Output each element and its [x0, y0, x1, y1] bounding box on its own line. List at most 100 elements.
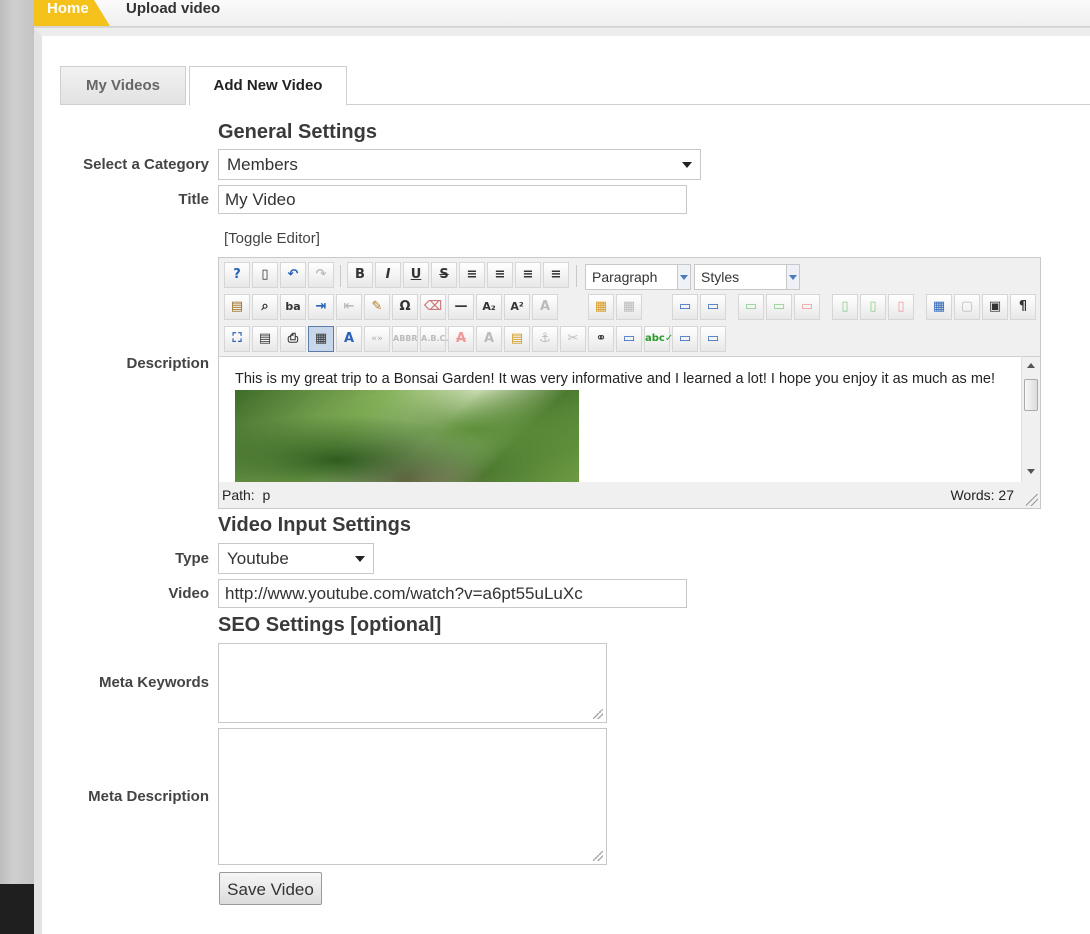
insert-row-after-icon[interactable]: ▭	[766, 294, 792, 320]
type-select-value: Youtube	[227, 549, 289, 568]
meta-keywords-textarea[interactable]	[218, 643, 607, 723]
breadcrumb: Home Upload video	[34, 0, 1090, 27]
bold-icon[interactable]: B	[347, 262, 373, 288]
fullscreen-icon[interactable]: ⛶	[224, 326, 250, 352]
link-icon[interactable]: ⚭	[588, 326, 614, 352]
breadcrumb-home[interactable]: Home	[34, 0, 110, 26]
insertion-icon[interactable]: A	[476, 326, 502, 352]
help-icon[interactable]: ?	[224, 262, 250, 288]
clean-format-icon[interactable]: ✎	[364, 294, 390, 320]
underline-icon[interactable]: U	[403, 262, 429, 288]
category-select[interactable]: Members	[218, 149, 701, 180]
meta-description-textarea[interactable]	[218, 728, 607, 865]
replace-icon[interactable]: ba	[280, 294, 306, 320]
layer-icon[interactable]: ▭	[672, 326, 698, 352]
seo-settings-heading: SEO Settings [optional]	[218, 614, 442, 636]
print-icon[interactable]: ⎙	[280, 326, 306, 352]
chevron-down-icon	[786, 265, 799, 289]
align-right-icon[interactable]: ≡	[543, 262, 569, 288]
toolbar-separator	[340, 265, 341, 287]
citation-icon[interactable]: «»	[364, 326, 390, 352]
meta-keywords-label: Meta Keywords	[98, 674, 209, 691]
subscript-icon[interactable]: A₂	[476, 294, 502, 320]
delete-table-icon[interactable]: ▦	[616, 294, 642, 320]
format-dropdown[interactable]: Paragraph	[585, 264, 691, 290]
italic-icon[interactable]: I	[375, 262, 401, 288]
bg-color-icon[interactable]: ▦	[588, 294, 614, 320]
editor-statusbar: Path: p Words: 27	[219, 483, 1040, 508]
resize-grip-icon[interactable]	[1026, 494, 1038, 506]
special-char-icon[interactable]: Ω	[392, 294, 418, 320]
scroll-down-icon[interactable]	[1027, 469, 1035, 474]
styles-dropdown[interactable]: Styles	[694, 264, 800, 290]
table-icon[interactable]: ▦	[926, 294, 952, 320]
eraser-icon[interactable]: ⌫	[420, 294, 446, 320]
row-before-icon[interactable]: ▭	[672, 294, 698, 320]
media-icon[interactable]: ▭	[700, 326, 726, 352]
video-input-heading: Video Input Settings	[218, 514, 411, 536]
resize-grip-icon[interactable]	[593, 709, 603, 719]
video-label: Video	[168, 585, 209, 602]
type-select[interactable]: Youtube	[218, 543, 374, 574]
acronym-icon[interactable]: A.B.C.	[420, 326, 448, 352]
video-url-input[interactable]: http://www.youtube.com/watch?v=a6pt55uLu…	[218, 579, 687, 608]
col-before-icon[interactable]: ▯	[832, 294, 858, 320]
meta-description-label: Meta Description	[88, 788, 209, 805]
paste-icon[interactable]: ▤	[224, 294, 250, 320]
merge-cells-icon[interactable]: ▢	[954, 294, 980, 320]
tab-my-videos[interactable]: My Videos	[60, 66, 186, 105]
unlink-icon[interactable]: ✂	[560, 326, 586, 352]
image-icon[interactable]: ▭	[616, 326, 642, 352]
word-count: Words: 27	[950, 487, 1014, 503]
save-video-button[interactable]: Save Video	[219, 872, 322, 905]
text-color-icon[interactable]: A	[532, 294, 558, 320]
insert-row-icon[interactable]: ▭	[738, 294, 764, 320]
editor-scrollbar[interactable]	[1021, 356, 1040, 482]
path-label: Path:	[222, 487, 255, 503]
outdent-icon[interactable]: ⇤	[336, 294, 362, 320]
chevron-down-icon	[677, 265, 690, 289]
align-full-icon[interactable]: ≡	[459, 262, 485, 288]
font-icon[interactable]: A	[336, 326, 362, 352]
deletion-icon[interactable]: A	[448, 326, 474, 352]
col-after-icon[interactable]: ▯	[860, 294, 886, 320]
visual-aid-icon[interactable]: ▦	[308, 326, 334, 352]
category-label: Select a Category	[83, 156, 209, 173]
paragraph-icon[interactable]: ¶	[1010, 294, 1036, 320]
superscript-icon[interactable]: A²	[504, 294, 530, 320]
indent-icon[interactable]: ⇥	[308, 294, 334, 320]
scroll-up-icon[interactable]	[1027, 363, 1035, 368]
breadcrumb-current: Upload video	[126, 0, 221, 17]
row-after-icon[interactable]: ▭	[700, 294, 726, 320]
abbreviation-icon[interactable]: ABBR	[392, 326, 418, 352]
delete-col-icon[interactable]: ▯	[888, 294, 914, 320]
toolbar-row-2: ▤ ⌕ ba ⇥ ⇤ ✎ Ω ⌫ — A₂ A² A ▦ ▦ ▭ ▭ ▭ ▭ ▭…	[223, 294, 1038, 322]
anchor-icon[interactable]: ⚓	[532, 326, 558, 352]
path-value[interactable]: p	[262, 487, 270, 503]
styles-dropdown-value: Styles	[701, 269, 740, 285]
horizontal-rule-icon[interactable]: —	[448, 294, 474, 320]
toolbar-separator	[576, 265, 577, 287]
spellcheck-icon[interactable]: abc✓	[644, 326, 673, 352]
tab-bar: My Videos Add New Video	[60, 66, 1090, 106]
attributes-icon[interactable]: ▤	[504, 326, 530, 352]
tab-add-new-video[interactable]: Add New Video	[189, 66, 347, 106]
delete-row-icon[interactable]: ▭	[794, 294, 820, 320]
title-input[interactable]: My Video	[218, 185, 687, 214]
editor-content-image[interactable]	[235, 390, 579, 482]
undo-icon[interactable]: ↶	[280, 262, 306, 288]
redo-icon[interactable]: ↷	[308, 262, 334, 288]
split-cells-icon[interactable]: ▣	[982, 294, 1008, 320]
type-label: Type	[175, 550, 209, 567]
find-icon[interactable]: ⌕	[252, 294, 278, 320]
rich-text-editor: ? ▯ ↶ ↷ B I U S ≡ ≡ ≡ ≡ Paragraph Styles…	[218, 257, 1041, 509]
editor-content-area[interactable]: This is my great trip to a Bonsai Garden…	[219, 356, 1021, 482]
resize-grip-icon[interactable]	[593, 851, 603, 861]
new-document-icon[interactable]: ▯	[252, 262, 278, 288]
align-left-icon[interactable]: ≡	[515, 262, 541, 288]
strikethrough-icon[interactable]: S	[431, 262, 457, 288]
align-center-icon[interactable]: ≡	[487, 262, 513, 288]
scroll-thumb[interactable]	[1024, 379, 1038, 411]
toggle-editor-link[interactable]: [Toggle Editor]	[224, 230, 320, 247]
template-icon[interactable]: ▤	[252, 326, 278, 352]
